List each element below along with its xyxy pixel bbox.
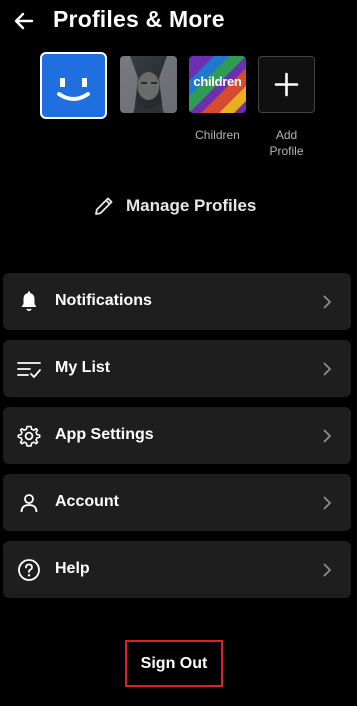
smiley-icon	[57, 78, 90, 101]
menu-item-label: My List	[55, 359, 111, 376]
add-profile[interactable]: Add Profile	[258, 56, 315, 159]
manage-profiles-label: Manage Profiles	[126, 196, 257, 215]
bell-icon	[21, 291, 37, 312]
chevron-right-icon	[323, 295, 332, 309]
menu-item-label: Notifications	[55, 292, 152, 309]
gear-icon	[17, 425, 41, 447]
profile-item[interactable]	[120, 56, 177, 113]
pencil-icon	[95, 197, 113, 215]
header: Profiles & More	[0, 0, 357, 44]
page-title: Profiles & More	[53, 6, 225, 32]
menu-item-label: Help	[55, 560, 90, 577]
person-photo-icon	[120, 56, 177, 113]
chevron-right-icon	[323, 563, 332, 577]
photo-avatar[interactable]	[120, 56, 177, 113]
add-profile-label: Add Profile	[269, 128, 304, 158]
arrow-left-icon[interactable]	[12, 9, 36, 33]
profile-list: children Children Add Profile	[0, 52, 357, 162]
manage-profiles-button[interactable]: Manage Profiles	[92, 193, 256, 219]
menu-item-label: Account	[55, 493, 119, 510]
menu-item-account[interactable]: Account	[3, 474, 351, 531]
plus-icon	[274, 72, 299, 97]
add-profile-button[interactable]	[258, 56, 315, 113]
menu-item-label: App Settings	[55, 426, 154, 443]
profile-label: Children	[195, 128, 240, 142]
help-circle-icon	[18, 559, 40, 581]
menu-item-app-settings[interactable]: App Settings	[3, 407, 351, 464]
menu-item-notifications[interactable]: Notifications	[3, 273, 351, 330]
chevron-right-icon	[323, 362, 332, 376]
profile-item[interactable]: children Children	[189, 56, 246, 143]
profile-item[interactable]	[40, 52, 107, 119]
menu-item-my-list[interactable]: My List	[3, 340, 351, 397]
smiley-avatar[interactable]	[40, 52, 107, 119]
sign-out-button[interactable]: Sign Out	[125, 640, 223, 687]
chevron-right-icon	[323, 429, 332, 443]
list-check-icon	[17, 362, 41, 378]
menu-item-help[interactable]: Help	[3, 541, 351, 598]
children-avatar-text: children	[193, 74, 242, 89]
children-avatar[interactable]: children	[189, 56, 246, 113]
chevron-right-icon	[323, 496, 332, 510]
person-icon	[20, 494, 38, 513]
